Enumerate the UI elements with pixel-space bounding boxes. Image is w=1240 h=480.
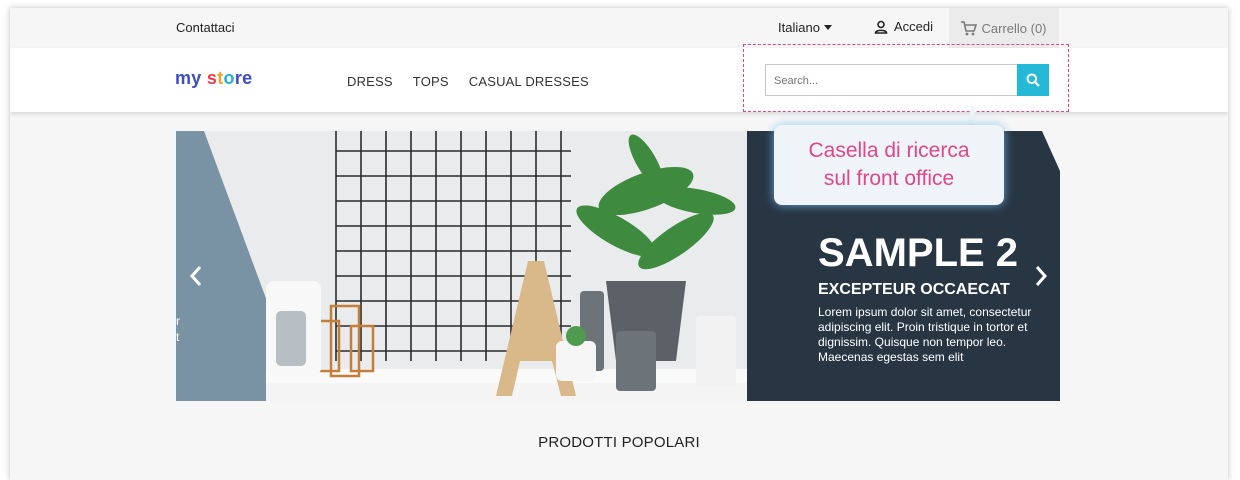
menu-item-tops[interactable]: TOPS xyxy=(413,74,449,89)
slide-photo xyxy=(176,131,748,401)
slide-description: Lorem ipsum dolor sit amet, consectetur … xyxy=(818,305,1032,364)
language-selector[interactable]: Italiano xyxy=(778,20,832,35)
contact-link[interactable]: Contattaci xyxy=(176,20,235,35)
store-logo[interactable]: my store xyxy=(175,68,252,89)
menu-item-casual-dresses[interactable]: CASUAL DRESSES xyxy=(469,74,589,89)
main-menu: DRESS TOPS CASUAL DRESSES xyxy=(347,74,589,89)
language-label: Italiano xyxy=(778,20,820,35)
callout-line-1: Casella di ricerca xyxy=(808,139,970,162)
callout-line-2: sul front office xyxy=(823,167,955,190)
slide-image xyxy=(176,131,748,401)
slide-title: SAMPLE 2 xyxy=(818,231,1019,275)
section-title: PRODOTTI POPOLARI xyxy=(538,434,700,451)
cart-label: Carrello (0) xyxy=(981,20,1047,36)
browser-frame: Contattaci Italiano Accedi Carrello (0) … xyxy=(10,8,1228,480)
cart-icon xyxy=(961,20,978,35)
slider-next-button[interactable] xyxy=(1031,261,1051,291)
cart-button[interactable]: Carrello (0) xyxy=(949,8,1059,48)
user-icon xyxy=(874,20,888,34)
slide-subtitle: EXCEPTEUR OCCAECAT xyxy=(818,281,1010,298)
top-bar: Contattaci Italiano Accedi Carrello (0) xyxy=(10,8,1228,49)
search-highlight-box xyxy=(743,44,1069,112)
slide-left-text: r t xyxy=(176,314,180,344)
chevron-right-icon xyxy=(1035,266,1048,286)
signin-label: Accedi xyxy=(894,19,934,34)
menu-item-dress[interactable]: DRESS xyxy=(347,74,393,89)
caret-down-icon xyxy=(823,25,832,30)
annotation-callout: Casella di ricerca sul front office xyxy=(774,125,1004,205)
chevron-left-icon xyxy=(189,266,202,286)
slider-prev-button[interactable] xyxy=(186,261,206,291)
signin-link[interactable]: Accedi xyxy=(874,19,933,34)
